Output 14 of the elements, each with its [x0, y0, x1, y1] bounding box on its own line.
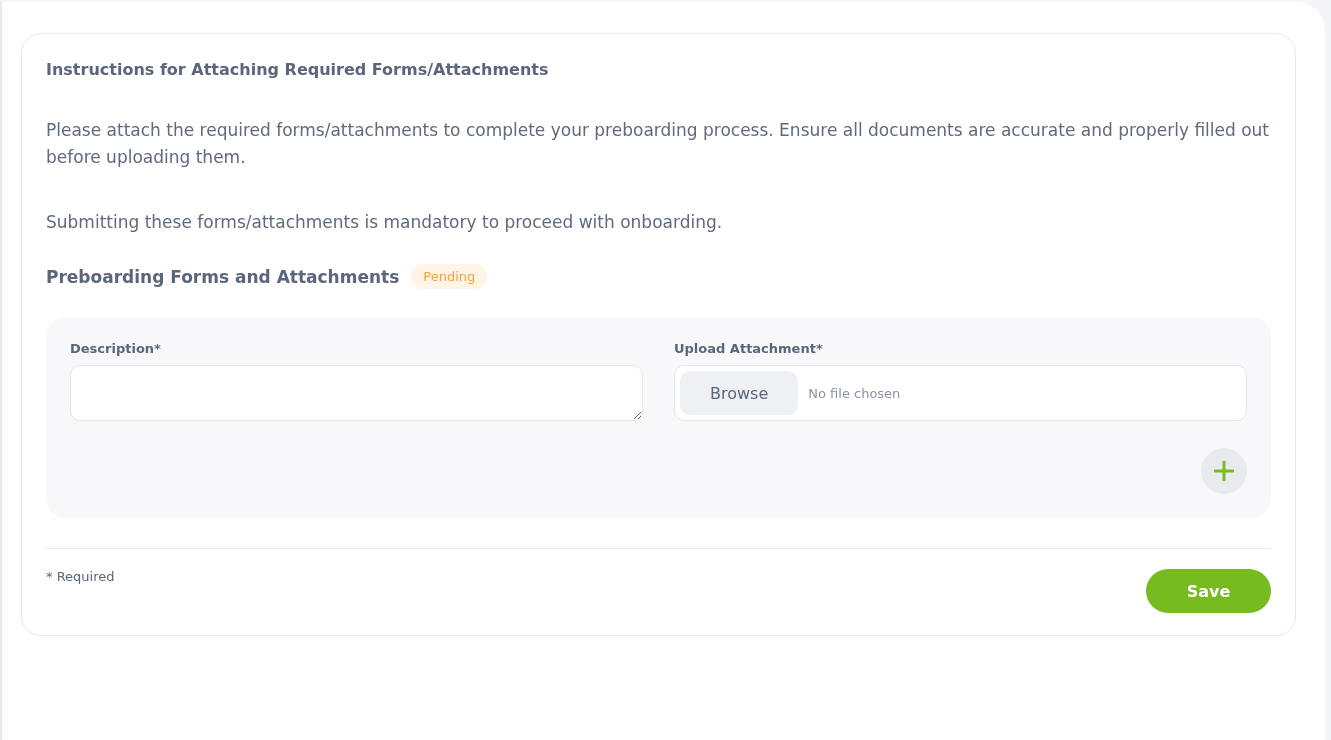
description-label: Description* [70, 341, 162, 356]
instructions-title: Instructions for Attaching Required Forms/Attachments [46, 60, 550, 79]
required-note: * Required [46, 569, 115, 584]
instructions-paragraph: Submitting these forms/attachments is mandatory to proceed with onboarding. [46, 211, 724, 234]
instructions-paragraph: Please attach the required forms/attachments to complete your preboarding process. Ensure all documents are accurate and properly filled out before uploading them. [46, 119, 1271, 169]
file-upload-field[interactable]: Browse No file chosen [674, 365, 1247, 421]
status-badge: Pending [411, 264, 488, 289]
file-status-text: No file chosen [808, 385, 901, 401]
description-field[interactable] [70, 365, 643, 421]
add-row-button[interactable] [1201, 448, 1247, 494]
section-title: Preboarding Forms and Attachments [46, 266, 400, 287]
upload-label: Upload Attachment* [674, 341, 824, 356]
plus-icon [1214, 461, 1234, 481]
browse-button[interactable]: Browse [680, 371, 799, 415]
